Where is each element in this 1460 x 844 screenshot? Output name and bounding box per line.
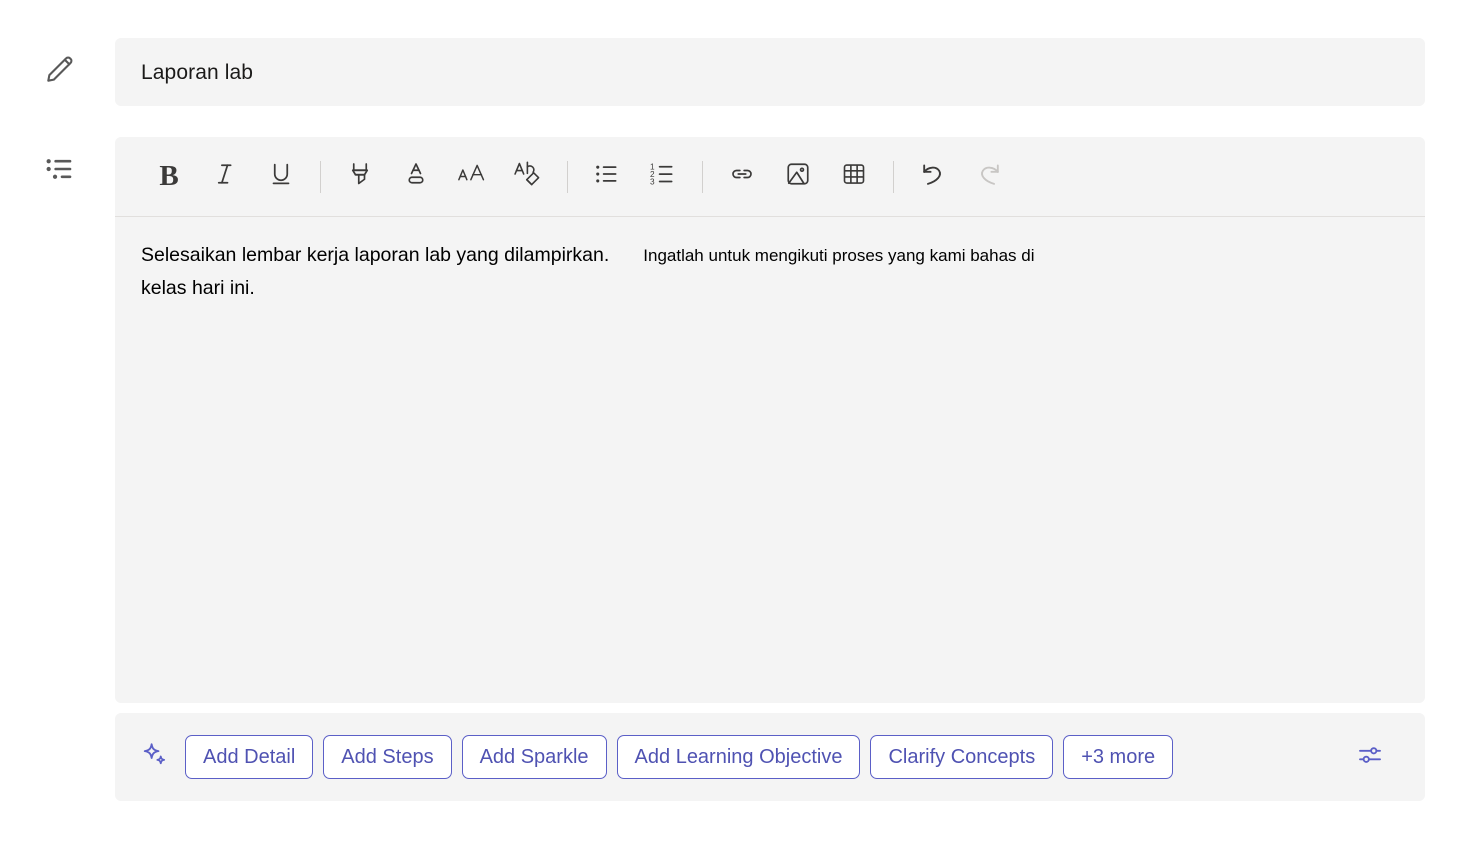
highlight-button[interactable] [332, 149, 388, 205]
redo-icon [973, 158, 1005, 195]
left-rail [0, 0, 115, 844]
italic-icon [210, 159, 240, 194]
rich-text-editor-panel: B 1 2 3 Selesaikan lembar kerja laporan … [115, 137, 1425, 703]
suggestion-chip-list: Add Detail Add Steps Add Sparkle Add Lea… [185, 735, 1347, 779]
instructions-paragraph-2: kelas hari ini. [141, 272, 1399, 305]
toolbar-divider-3 [702, 160, 703, 193]
font-color-icon [401, 159, 431, 194]
ai-sparkle-button[interactable] [133, 735, 177, 779]
bulleted-list-icon [592, 159, 622, 194]
toolbar-divider-1 [320, 160, 321, 193]
suggestion-chip-add-learning-objective[interactable]: Add Learning Objective [616, 735, 861, 779]
underline-icon [266, 159, 296, 194]
insert-table-button[interactable] [826, 149, 882, 205]
bullet-list-icon [43, 152, 77, 191]
suggestion-settings-button[interactable] [1347, 734, 1393, 780]
suggestion-chip-add-steps[interactable]: Add Steps [323, 735, 452, 779]
redo-button[interactable] [961, 149, 1017, 205]
sparkle-icon [140, 740, 170, 775]
insert-link-button[interactable] [714, 149, 770, 205]
font-color-button[interactable] [388, 149, 444, 205]
svg-text:3: 3 [650, 177, 655, 186]
image-icon [783, 159, 813, 194]
suggestion-chip-add-detail[interactable]: Add Detail [185, 735, 314, 779]
bulleted-list-button[interactable] [579, 149, 635, 205]
suggestion-chip-clarify-concepts[interactable]: Clarify Concepts [870, 735, 1054, 779]
font-size-icon [456, 159, 488, 194]
clear-formatting-icon [512, 158, 544, 195]
table-icon [839, 159, 869, 194]
edit-mode-button[interactable] [34, 45, 86, 97]
instructions-segment-3: kelas hari ini. [141, 276, 255, 299]
link-icon [727, 159, 757, 194]
underline-button[interactable] [253, 149, 309, 205]
assignment-title-panel[interactable]: Laporan lab [115, 38, 1425, 106]
undo-button[interactable] [905, 149, 961, 205]
ai-suggestions-bar: Add Detail Add Steps Add Sparkle Add Lea… [115, 713, 1425, 801]
clear-formatting-button[interactable] [500, 149, 556, 205]
instructions-segment-2: Ingatlah untuk mengikuti proses yang kam… [643, 246, 1035, 265]
app-canvas: Laporan lab B 1 2 3 Selesaikan lembar ke… [0, 0, 1460, 844]
outline-list-button[interactable] [34, 145, 86, 197]
instructions-segment-1: Selesaikan lembar kerja laporan lab yang… [141, 244, 610, 266]
formatting-toolbar: B 1 2 3 [115, 137, 1425, 217]
assignment-title-input[interactable]: Laporan lab [141, 62, 253, 83]
bold-icon: B [159, 160, 179, 192]
suggestion-chip-add-sparkle[interactable]: Add Sparkle [461, 735, 607, 779]
assignment-instructions-editor[interactable]: Selesaikan lembar kerja laporan lab yang… [115, 217, 1425, 702]
sliders-settings-icon [1355, 740, 1385, 775]
suggestion-chip-more[interactable]: +3 more [1063, 735, 1174, 779]
toolbar-divider-4 [893, 160, 894, 193]
toolbar-divider-2 [567, 160, 568, 193]
numbered-list-icon: 1 2 3 [648, 159, 678, 194]
pencil-icon [42, 51, 78, 92]
numbered-list-button[interactable]: 1 2 3 [635, 149, 691, 205]
undo-icon [917, 158, 949, 195]
instructions-paragraph: Selesaikan lembar kerja laporan lab yang… [141, 239, 1399, 272]
italic-button[interactable] [197, 149, 253, 205]
highlighter-icon [345, 159, 375, 194]
bold-button[interactable]: B [141, 149, 197, 205]
font-size-button[interactable] [444, 149, 500, 205]
insert-image-button[interactable] [770, 149, 826, 205]
